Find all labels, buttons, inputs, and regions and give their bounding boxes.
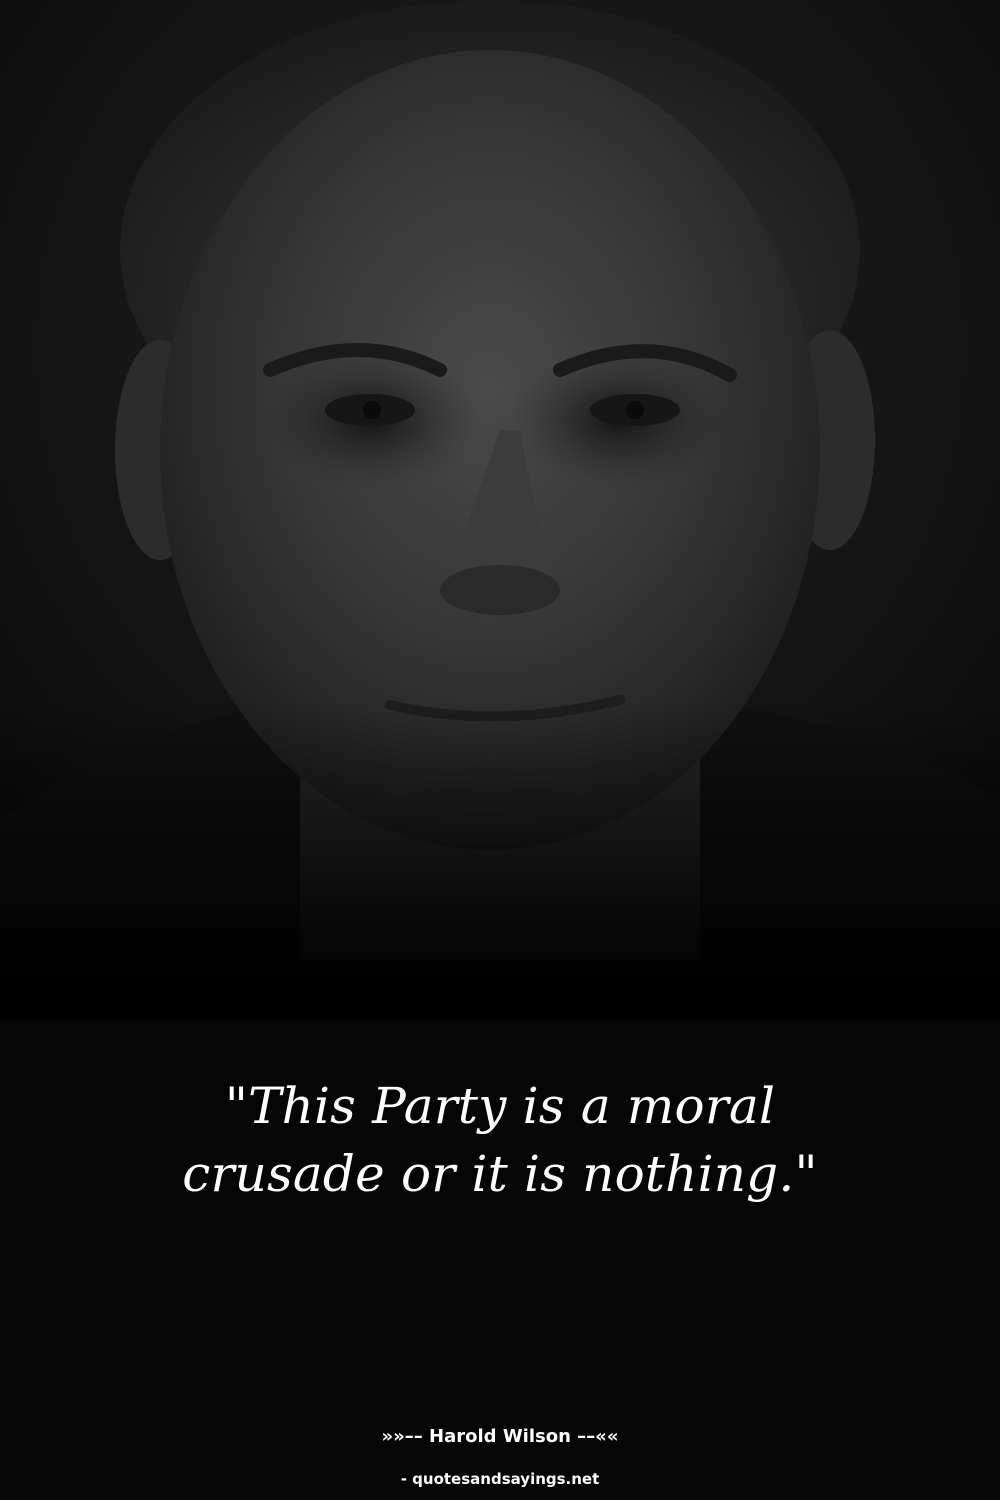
- author-line: »»–– Harold Wilson ––««: [381, 1426, 619, 1447]
- source-website: - quotesandsayings.net: [400, 1470, 600, 1488]
- bottom-fade-overlay: [0, 700, 1000, 1020]
- quote-card: "This Party is a moral crusade or it is …: [0, 0, 1000, 1500]
- quote-text: "This Party is a moral crusade or it is …: [182, 1077, 818, 1203]
